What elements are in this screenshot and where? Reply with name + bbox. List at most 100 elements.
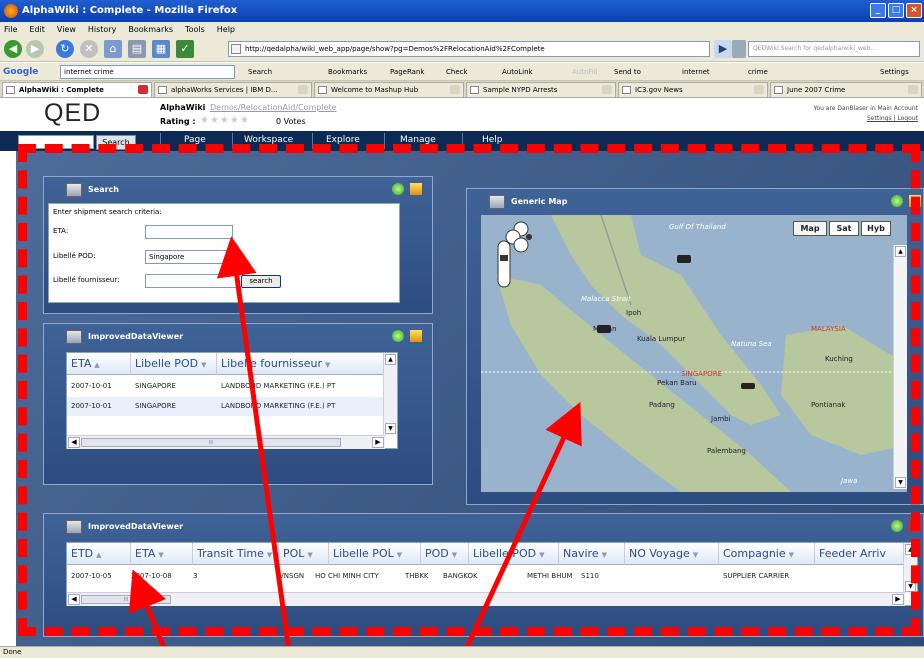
scroll-right-icon[interactable]: ▶ [372, 437, 384, 448]
google-pagerank[interactable]: PageRank [390, 63, 424, 81]
nav-page[interactable]: Page [184, 133, 206, 147]
minimize-button[interactable]: _ [870, 3, 886, 18]
forward-icon[interactable]: ▶ [26, 40, 44, 58]
close-tab-icon[interactable] [138, 85, 148, 94]
menu-tools[interactable]: Tools [185, 22, 205, 37]
refresh-icon[interactable] [392, 330, 404, 342]
bookmark-icon[interactable]: ✓ [176, 40, 194, 58]
home-icon[interactable]: ⌂ [104, 40, 122, 58]
panel-close-icon[interactable] [909, 520, 921, 532]
map-pan-zoom-control[interactable] [493, 221, 533, 291]
refresh-icon[interactable] [392, 183, 404, 195]
breadcrumb[interactable]: Demos/RelocationAid/Complete [210, 103, 337, 112]
google-highlight-internet[interactable]: internet [682, 63, 710, 81]
refresh-icon[interactable] [891, 520, 903, 532]
horizontal-scrollbar[interactable]: ◀ III ▶ [67, 435, 385, 449]
menu-help[interactable]: Help [217, 22, 235, 37]
google-search-input[interactable]: internet crime [60, 65, 235, 79]
tab-mashup-hub[interactable]: Welcome to Mashup Hub [314, 82, 464, 97]
panel-menu-icon[interactable] [909, 195, 921, 207]
back-icon[interactable]: ◀ [4, 40, 22, 58]
close-tab-icon[interactable] [450, 85, 460, 94]
pod-input[interactable]: Singapore [145, 250, 233, 264]
address-bar[interactable]: http://qedalpha/wiki_web_app/page/show?p… [228, 41, 710, 57]
tab-icon[interactable]: ▦ [152, 40, 170, 58]
ship-marker-icon[interactable] [597, 325, 611, 333]
panel-menu-icon[interactable] [410, 183, 422, 195]
table-row[interactable]: 2007-10-01 SINGAPORE LANDBOND MARKETING … [67, 377, 383, 396]
google-sendto[interactable]: Send to [614, 63, 641, 81]
scroll-right-icon[interactable]: ▶ [892, 594, 904, 605]
wiki-search-input[interactable] [18, 135, 94, 149]
column-header-libelle-pol[interactable]: Libelle POL ▼ [329, 543, 421, 565]
map-type-sat-button[interactable]: Sat [829, 221, 859, 236]
rating-stars[interactable]: ★★★★★ [200, 115, 250, 126]
table-row[interactable]: 2007-10-05 2007-10-08 3 VNSGN HO CHI MIN… [67, 567, 903, 586]
go-icon[interactable]: ▶ [714, 40, 732, 58]
browser-search-input[interactable]: QEDWiki Search for qedalpha/wiki_web... [748, 41, 920, 57]
scroll-down-icon[interactable]: ▼ [895, 477, 906, 488]
search-submit-button[interactable]: search [241, 275, 281, 288]
map-type-map-button[interactable]: Map [793, 221, 827, 236]
eta-input[interactable] [145, 225, 233, 239]
map-scrollbar[interactable]: ▲ ▼ [893, 245, 907, 489]
menu-view[interactable]: View [57, 22, 76, 37]
scroll-up-icon[interactable]: ▲ [905, 544, 916, 555]
scroll-up-icon[interactable]: ▲ [385, 354, 396, 365]
column-header-eta[interactable]: ETA ▲ [67, 353, 131, 375]
tab-ic3-news[interactable]: IC3.gov News [618, 82, 768, 97]
horizontal-scrollbar[interactable]: ◀ III ▶ [67, 592, 905, 606]
google-autolink[interactable]: AutoLink [502, 63, 533, 81]
search-engine-icon[interactable] [732, 40, 746, 58]
supplier-input[interactable] [145, 274, 237, 288]
menu-edit[interactable]: Edit [29, 22, 45, 37]
refresh-icon[interactable] [891, 195, 903, 207]
column-header-pol[interactable]: POL ▼ [279, 543, 329, 565]
nav-help[interactable]: Help [482, 133, 503, 147]
column-header-etd[interactable]: ETD ▲ [67, 543, 131, 565]
stop-icon[interactable]: ✕ [80, 40, 98, 58]
column-header-libelle-pod[interactable]: Libelle POD ▼ [131, 353, 217, 375]
nav-workspace[interactable]: Workspace [244, 133, 293, 147]
pan-zoom-icon[interactable] [493, 221, 533, 291]
close-tab-icon[interactable] [602, 85, 612, 94]
map-canvas[interactable]: Map Sat Hyb Gulf Of Thailand Malacca Str… [481, 215, 907, 492]
print-icon[interactable]: ▤ [128, 40, 146, 58]
scroll-up-icon[interactable]: ▲ [895, 246, 906, 257]
column-header-pod[interactable]: POD ▼ [421, 543, 469, 565]
vertical-scrollbar[interactable]: ▲ ▼ [383, 353, 397, 435]
google-search-button[interactable]: Search [248, 63, 272, 81]
column-header-libelle-pod[interactable]: Libelle POD ▼ [469, 543, 559, 565]
column-header-eta[interactable]: ETA ▼ [131, 543, 193, 565]
tab-june-crime[interactable]: June 2007 Crime [770, 82, 922, 97]
menu-bookmarks[interactable]: Bookmarks [128, 22, 173, 37]
map-type-hyb-button[interactable]: Hyb [861, 221, 891, 236]
menu-file[interactable]: File [4, 22, 17, 37]
nav-manage[interactable]: Manage [400, 133, 436, 147]
google-settings[interactable]: Settings [880, 63, 909, 81]
menu-history[interactable]: History [88, 22, 116, 37]
column-header-libelle-fournisseur[interactable]: Libelle fournisseur ▼ [217, 353, 385, 375]
column-header-feeder-arrival[interactable]: Feeder Arriv [815, 543, 905, 565]
tab-nypd-arrests[interactable]: Sample NYPD Arrests [466, 82, 616, 97]
google-autofill[interactable]: AutoFill [572, 63, 598, 81]
google-highlight-crime[interactable]: crime [748, 63, 768, 81]
close-tab-icon[interactable] [908, 85, 918, 94]
tab-alphawiki[interactable]: AlphaWiki : Complete [2, 82, 152, 97]
vertical-scrollbar[interactable]: ▲ ▼ [903, 543, 917, 593]
close-tab-icon[interactable] [754, 85, 764, 94]
nav-explore[interactable]: Explore [326, 133, 360, 147]
wiki-search-button[interactable]: Search [96, 135, 136, 150]
column-header-compagnie[interactable]: Compagnie ▼ [719, 543, 815, 565]
scroll-down-icon[interactable]: ▼ [905, 581, 916, 592]
column-header-transit-time[interactable]: Transit Time ▼ [193, 543, 279, 565]
tab-alphaworks[interactable]: alphaWorks Services | IBM D... [154, 82, 312, 97]
account-links[interactable]: Settings | Logout [867, 115, 918, 122]
maximize-button[interactable]: □ [888, 3, 904, 18]
scroll-thumb[interactable]: III [81, 595, 171, 604]
ship-marker-icon[interactable] [677, 255, 691, 263]
column-header-navire[interactable]: Navire ▼ [559, 543, 625, 565]
ship-marker-icon[interactable] [741, 383, 755, 389]
close-button[interactable]: × [906, 3, 922, 18]
scroll-thumb[interactable]: III [81, 438, 341, 447]
